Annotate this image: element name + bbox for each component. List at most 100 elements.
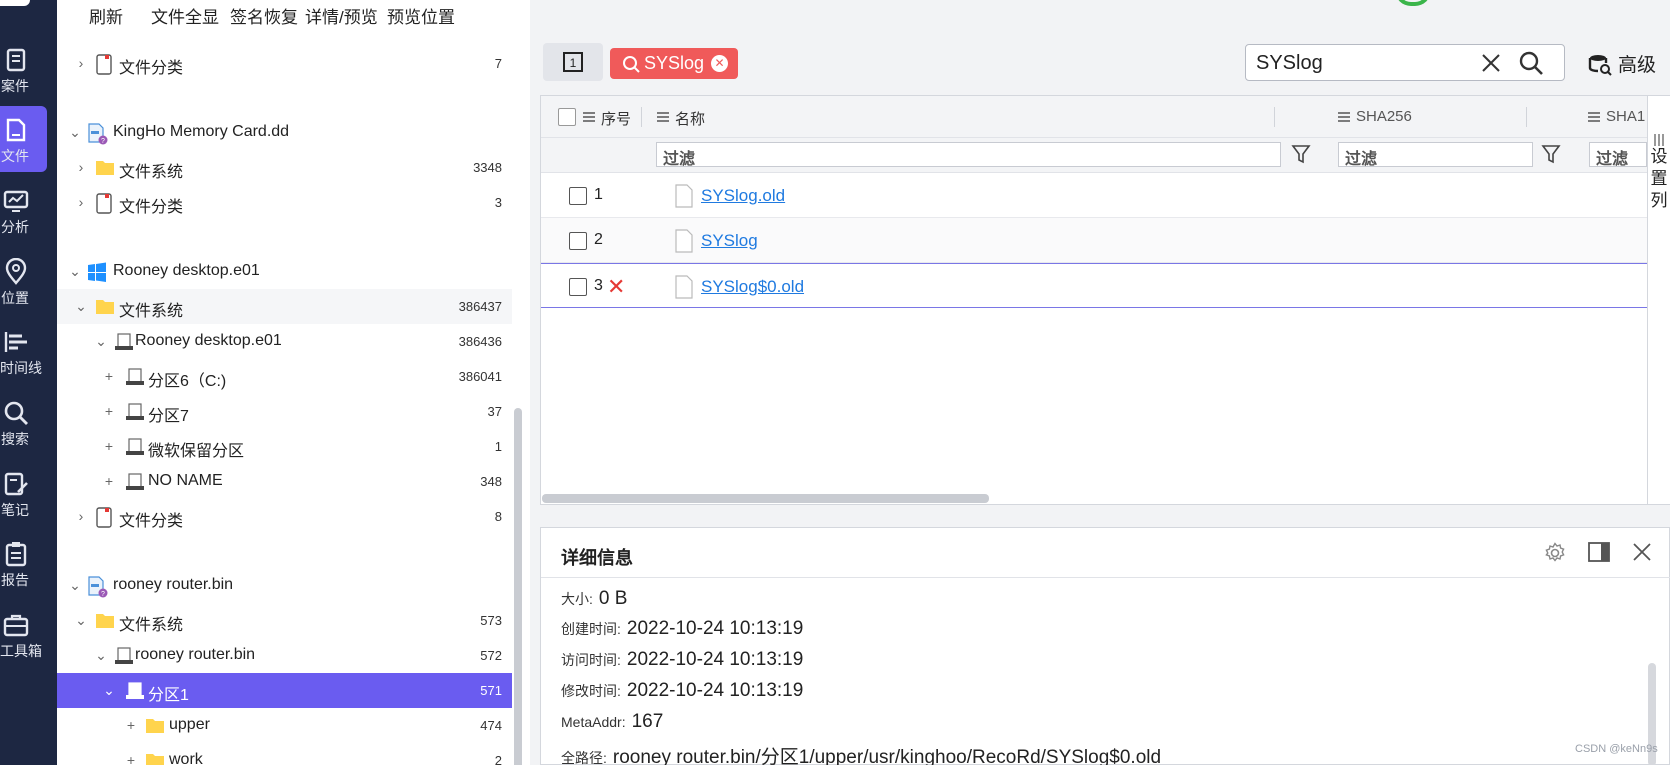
expand-icon[interactable]: + — [101, 403, 117, 419]
tree-node[interactable]: ⌄ 文件系统 386437 — [57, 289, 512, 324]
disk-icon — [124, 437, 144, 457]
tree-node[interactable]: › 文件分类 7 — [57, 46, 512, 81]
table-row[interactable]: 1 SYSlog.old — [541, 173, 1647, 218]
tree-node-label: rooney router.bin — [135, 646, 256, 663]
table-row[interactable]: 2 SYSlog — [541, 218, 1647, 263]
rail-item-location[interactable]: 位置 — [0, 248, 47, 314]
menu-full-view[interactable]: 文件全显 — [151, 3, 219, 28]
tree-node[interactable]: + 分区7 37 — [57, 394, 512, 429]
file-name-link[interactable]: SYSlog$0.old — [701, 277, 804, 297]
menu-preview-position[interactable]: 预览位置 — [387, 3, 455, 28]
col-sha256-header[interactable]: SHA256 — [1356, 108, 1412, 125]
chevron-down-icon[interactable]: ⌄ — [67, 577, 83, 593]
chevron-down-icon[interactable]: ⌄ — [67, 124, 83, 140]
tree-node[interactable]: ⌄ 分区1 571 — [57, 673, 512, 708]
tree-node[interactable]: ⌄ 文件系统 573 — [57, 603, 512, 638]
expand-icon[interactable]: + — [101, 438, 117, 454]
tree-node[interactable]: ⌄? rooney router.bin — [57, 568, 512, 603]
row-checkbox[interactable] — [569, 232, 587, 250]
tree-node-label: 文件分类 — [119, 199, 184, 216]
tree-node[interactable]: + work 2 — [57, 743, 512, 765]
table-row[interactable]: 3 ✕ SYSlog$0.old — [541, 263, 1647, 308]
chevron-right-icon[interactable]: › — [73, 194, 89, 210]
select-all-checkbox[interactable] — [558, 108, 576, 126]
tree-node[interactable]: › 文件分类 8 — [57, 499, 512, 534]
chevron-right-icon[interactable]: › — [73, 508, 89, 524]
chevron-right-icon[interactable]: › — [73, 159, 89, 175]
evidence-tree: › 文件分类 7 ⌄? KingHo Memory Card.dd › 文件系统 3348 › 文… — [57, 28, 530, 765]
chevron-down-icon[interactable]: ⌄ — [93, 333, 109, 349]
search-icon[interactable] — [1518, 50, 1544, 76]
column-settings-button[interactable]: 设置列 — [1647, 96, 1670, 504]
tree-node[interactable]: ⌄ Rooney desktop.e01 — [57, 254, 512, 289]
column-divider[interactable] — [641, 107, 642, 127]
tree-node[interactable]: + 微软保留分区 1 — [57, 429, 512, 464]
column-menu-icon[interactable] — [657, 111, 669, 123]
file-name-link[interactable]: SYSlog — [701, 231, 758, 251]
column-menu-icon[interactable] — [1588, 111, 1600, 123]
tree-node[interactable]: + NO NAME 348 — [57, 464, 512, 499]
expand-icon[interactable]: + — [123, 717, 139, 733]
row-checkbox[interactable] — [569, 278, 587, 296]
col-sha1-header[interactable]: SHA1 — [1606, 108, 1645, 125]
search-tag-chip[interactable]: SYSlog ✕ — [610, 48, 739, 79]
chevron-down-icon[interactable]: ⌄ — [101, 682, 117, 698]
col-index-header[interactable]: 序号 — [601, 108, 631, 129]
note-icon — [4, 472, 28, 496]
menu-detail-preview[interactable]: 详情/预览 — [305, 3, 378, 28]
expand-icon[interactable]: + — [101, 368, 117, 384]
tree-node-count: 474 — [480, 718, 502, 733]
tree-node[interactable]: ⌄ Rooney desktop.e01 386436 — [57, 324, 512, 359]
rail-item-note[interactable]: 笔记 — [0, 460, 47, 526]
rail-item-analysis[interactable]: 分析 — [0, 177, 47, 243]
close-icon[interactable] — [1632, 542, 1652, 562]
sha1-filter-input[interactable]: 过滤 — [1589, 142, 1647, 167]
rail-item-search[interactable]: 搜索 — [0, 389, 47, 455]
tree-node[interactable]: ⌄? KingHo Memory Card.dd — [57, 115, 512, 150]
tree-scrollbar[interactable] — [514, 408, 522, 765]
tree-node[interactable]: › 文件分类 3 — [57, 185, 512, 220]
rail-item-timeline[interactable]: 时间线 — [0, 318, 47, 384]
expand-icon[interactable]: + — [101, 473, 117, 489]
name-filter-input[interactable]: 过滤 — [656, 142, 1281, 168]
file-name-link[interactable]: SYSlog.old — [701, 186, 785, 206]
detail-title: 详细信息 — [561, 548, 633, 568]
rail-item-toolbox[interactable]: 工具箱 — [0, 601, 47, 667]
gear-icon[interactable] — [1544, 542, 1566, 564]
column-menu-icon[interactable] — [1338, 111, 1350, 123]
column-menu-icon[interactable] — [583, 111, 595, 123]
chevron-right-icon[interactable]: › — [73, 55, 89, 71]
chevron-down-icon[interactable]: ⌄ — [67, 263, 83, 279]
columns-icon — [1654, 134, 1664, 146]
filter-icon[interactable] — [1291, 143, 1311, 165]
column-divider[interactable] — [1274, 107, 1275, 127]
top-menu: 刷新 文件全显 签名恢复 详情/预览 预览位置 — [57, 0, 530, 28]
tree-node[interactable]: › 文件系统 3348 — [57, 150, 512, 185]
chevron-down-icon[interactable]: ⌄ — [73, 298, 89, 314]
search-input[interactable] — [1256, 51, 1476, 75]
remove-tag-icon[interactable]: ✕ — [711, 55, 729, 72]
tree-node-label: 文件系统 — [119, 303, 184, 320]
column-divider[interactable] — [1526, 107, 1527, 127]
advanced-search-button[interactable]: 高级 — [1588, 50, 1656, 77]
filter-icon[interactable] — [1541, 143, 1561, 165]
panel-toggle-icon[interactable] — [1587, 541, 1611, 563]
clear-icon[interactable] — [1481, 53, 1501, 73]
menu-sign-restore[interactable]: 签名恢复 — [230, 3, 298, 28]
sha256-filter-input[interactable]: 过滤 — [1338, 142, 1533, 168]
expand-icon[interactable]: + — [123, 752, 139, 765]
grid-horizontal-scrollbar[interactable] — [542, 494, 989, 503]
tree-node[interactable]: ⌄ rooney router.bin 572 — [57, 638, 512, 673]
menu-refresh[interactable]: 刷新 — [89, 3, 123, 28]
tree-node[interactable]: + 分区6（C:) 386041 — [57, 359, 512, 394]
tree-node[interactable]: + upper 474 — [57, 708, 512, 743]
col-name-header[interactable]: 名称 — [675, 108, 705, 129]
chevron-down-icon[interactable]: ⌄ — [73, 612, 89, 628]
rail-item-file[interactable]: 文件 — [0, 106, 47, 172]
chevron-down-icon[interactable]: ⌄ — [93, 647, 109, 663]
rail-item-case[interactable]: 案件 — [0, 36, 47, 102]
row-checkbox[interactable] — [569, 187, 587, 205]
rail-item-report[interactable]: 报告 — [0, 530, 47, 596]
results-grid: 序号 名称 SHA256 SHA1 过滤 过滤 过滤 1 SYSlog.old … — [540, 95, 1670, 505]
single-pane-button[interactable]: 1 — [543, 43, 603, 81]
